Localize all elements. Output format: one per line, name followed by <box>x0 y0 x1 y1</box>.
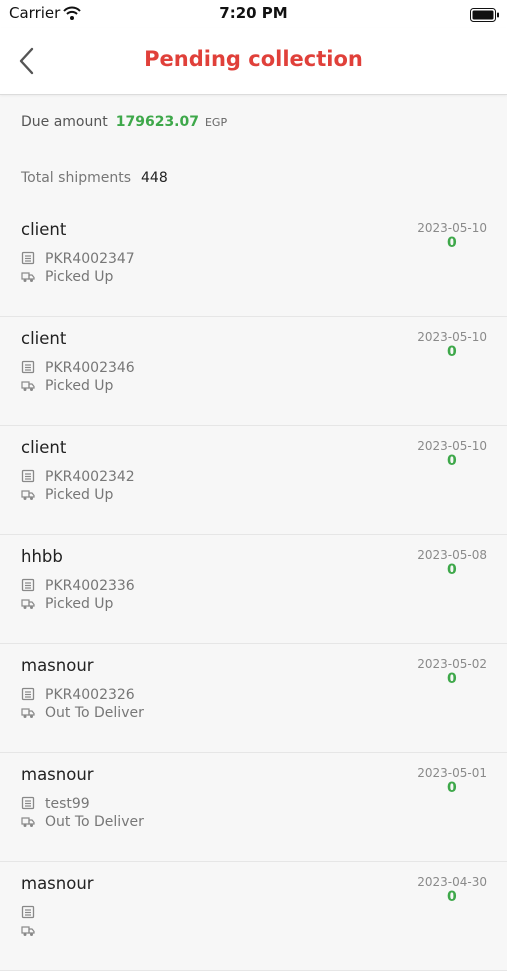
tracking-code: PKR4002326 <box>45 687 135 703</box>
truck-icon <box>21 814 35 828</box>
page-title: Pending collection <box>144 47 363 71</box>
shipment-row[interactable]: client PKR4002342 Picked Up 2023-05-10 0 <box>0 426 507 535</box>
tracking-code-line: PKR4002347 <box>21 251 135 267</box>
tracking-code-line: PKR4002326 <box>21 687 135 703</box>
shipment-status-line: Out To Deliver <box>21 814 144 830</box>
shipment-status-line: Picked Up <box>21 269 113 285</box>
shipment-status-line: Out To Deliver <box>21 705 144 721</box>
tracking-code-line: PKR4002342 <box>21 469 135 485</box>
truck-icon <box>21 923 35 937</box>
list-icon <box>21 687 35 701</box>
due-amount-row: Due amount 179623.07 EGP <box>21 114 227 130</box>
tracking-code: test99 <box>45 796 90 812</box>
list-icon <box>21 251 35 265</box>
client-name: hhbb <box>21 547 63 566</box>
shipment-row[interactable]: masnour 2023-04-30 0 <box>0 862 507 971</box>
shipment-date: 2023-05-10 <box>417 330 487 344</box>
shipment-status: Out To Deliver <box>45 705 144 721</box>
list-icon <box>21 469 35 483</box>
tracking-code: PKR4002342 <box>45 469 135 485</box>
shipment-status: Picked Up <box>45 596 114 612</box>
shipment-row[interactable]: client PKR4002346 Picked Up 2023-05-10 0 <box>0 317 507 426</box>
shipment-status: Picked Up <box>45 487 114 503</box>
tracking-code: PKR4002346 <box>45 360 135 376</box>
tracking-code-line <box>21 905 45 921</box>
shipment-row[interactable]: hhbb PKR4002336 Picked Up 2023-05-08 0 <box>0 535 507 644</box>
shipment-amount: 0 <box>447 889 457 905</box>
shipment-row[interactable]: client PKR4002347 Picked Up 2023-05-10 0 <box>0 208 507 317</box>
due-amount-value: 179623.07 <box>115 114 199 130</box>
shipment-row[interactable]: masnour test99 Out To Deliver 2023-05-01 0 <box>0 753 507 862</box>
shipment-row[interactable]: masnour PKR4002326 Out To Deliver 2023-05-0… <box>0 644 507 753</box>
truck-icon <box>21 705 35 719</box>
client-name: client <box>21 329 67 348</box>
shipment-status: Out To Deliver <box>45 814 144 830</box>
shipment-date: 2023-05-10 <box>417 221 487 235</box>
shipment-date: 2023-05-01 <box>417 766 487 780</box>
shipment-status-line: Picked Up <box>21 378 113 394</box>
total-shipments-value: 448 <box>141 170 168 186</box>
shipment-amount: 0 <box>447 344 457 360</box>
shipment-status: Picked Up <box>45 269 114 285</box>
shipment-status-line: Picked Up <box>21 487 113 503</box>
truck-icon <box>21 596 35 610</box>
client-name: masnour <box>21 874 94 893</box>
tracking-code: PKR4002336 <box>45 578 135 594</box>
tracking-code-line: PKR4002336 <box>21 578 135 594</box>
list-icon <box>21 905 35 919</box>
client-name: client <box>21 438 67 457</box>
navigation-bar: Pending collection <box>0 28 507 95</box>
truck-icon <box>21 487 35 501</box>
client-name: client <box>21 220 67 239</box>
shipment-amount: 0 <box>447 671 457 687</box>
list-icon <box>21 360 35 374</box>
total-shipments-row: Total shipments 448 <box>21 170 168 186</box>
truck-icon <box>21 378 35 392</box>
tracking-code-line: test99 <box>21 796 90 812</box>
due-amount-currency: EGP <box>204 116 228 129</box>
shipment-amount: 0 <box>447 453 457 469</box>
client-name: masnour <box>21 765 94 784</box>
battery-icon <box>470 7 500 26</box>
due-amount-label: Due amount <box>21 114 108 130</box>
shipment-amount: 0 <box>447 235 457 251</box>
tracking-code: PKR4002347 <box>45 251 135 267</box>
shipment-date: 2023-05-02 <box>417 657 487 671</box>
total-shipments-label: Total shipments <box>21 170 131 186</box>
tracking-code-line: PKR4002346 <box>21 360 135 376</box>
shipment-amount: 0 <box>447 562 457 578</box>
shipment-status-line <box>21 923 45 939</box>
shipment-status-line: Picked Up <box>21 596 113 612</box>
shipment-date: 2023-05-08 <box>417 548 487 562</box>
list-icon <box>21 796 35 810</box>
truck-icon <box>21 269 35 283</box>
shipment-status: Picked Up <box>45 378 114 394</box>
shipment-amount: 0 <box>447 780 457 796</box>
shipment-date: 2023-04-30 <box>417 875 487 889</box>
list-icon <box>21 578 35 592</box>
status-bar: Carrier 7:20 PM <box>0 0 507 28</box>
clock-label: 7:20 PM <box>219 4 288 22</box>
shipment-date: 2023-05-10 <box>417 439 487 453</box>
client-name: masnour <box>21 656 94 675</box>
